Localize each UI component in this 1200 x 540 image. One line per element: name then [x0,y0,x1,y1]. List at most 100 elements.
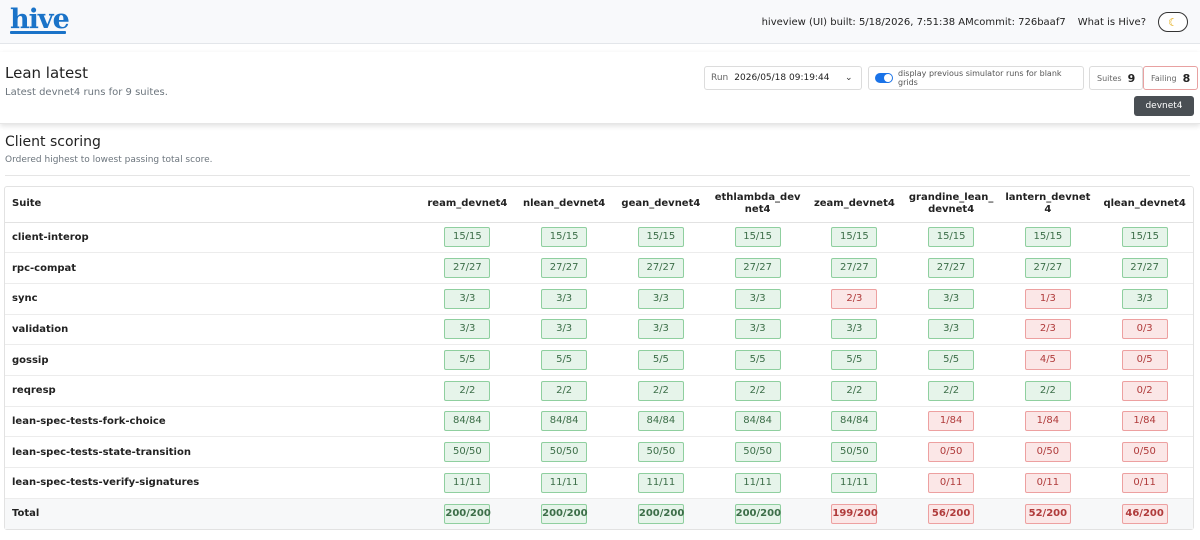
pass-score-badge[interactable]: 3/3 [541,288,588,309]
pass-score-badge[interactable]: 200/200 [734,503,781,524]
pass-score-badge[interactable]: 84/84 [444,411,491,432]
pass-score-badge[interactable]: 200/200 [444,503,491,524]
pass-score-badge[interactable]: 2/2 [928,380,975,401]
fail-score-badge[interactable]: 1/84 [1024,411,1071,432]
pass-score-badge[interactable]: 27/27 [541,258,588,279]
fail-score-badge[interactable]: 2/3 [1024,319,1071,340]
pass-score-badge[interactable]: 2/2 [637,380,684,401]
pass-score-badge[interactable]: 50/50 [444,442,491,463]
suite-name[interactable]: lean-spec-tests-fork-choice [5,406,419,438]
suite-name[interactable]: sync [5,283,419,315]
suite-name[interactable]: lean-spec-tests-state-transition [5,436,419,468]
pass-score-badge[interactable]: 3/3 [831,319,878,340]
pass-score-badge[interactable]: 3/3 [734,288,781,309]
pass-score-badge[interactable]: 84/84 [734,411,781,432]
pass-score-badge[interactable]: 27/27 [928,258,975,279]
pass-score-badge[interactable]: 11/11 [831,472,878,493]
fail-score-badge[interactable]: 0/2 [1121,380,1168,401]
previous-runs-toggle-box[interactable]: display previous simulator runs for blan… [868,66,1084,90]
devnet-tag[interactable]: devnet4 [1134,96,1194,116]
pass-score-badge[interactable]: 2/2 [444,380,491,401]
fail-score-badge[interactable]: 1/84 [928,411,975,432]
pass-score-badge[interactable]: 5/5 [541,350,588,371]
fail-score-badge[interactable]: 2/3 [831,288,878,309]
fail-score-badge[interactable]: 0/50 [1121,442,1168,463]
pass-score-badge[interactable]: 3/3 [541,319,588,340]
pass-score-badge[interactable]: 3/3 [444,319,491,340]
suite-name[interactable]: gossip [5,344,419,376]
toggle-switch[interactable] [875,73,893,83]
client-column-header[interactable]: gean_devnet4 [612,187,710,223]
pass-score-badge[interactable]: 15/15 [831,227,878,248]
pass-score-badge[interactable]: 27/27 [1121,258,1168,279]
pass-score-badge[interactable]: 3/3 [444,288,491,309]
client-column-header[interactable]: grandine_lean_devnet4 [902,187,1000,223]
pass-score-badge[interactable]: 3/3 [637,319,684,340]
pass-score-badge[interactable]: 11/11 [734,472,781,493]
pass-score-badge[interactable]: 50/50 [541,442,588,463]
client-column-header[interactable]: ethlambda_devnet4 [709,187,806,223]
fail-score-badge[interactable]: 0/3 [1121,319,1168,340]
suite-name[interactable]: rpc-compat [5,252,419,284]
pass-score-badge[interactable]: 15/15 [541,227,588,248]
fail-score-badge[interactable]: 1/3 [1024,288,1071,309]
fail-score-badge[interactable]: 0/11 [1024,472,1071,493]
client-column-header[interactable]: nlean_devnet4 [515,187,613,223]
pass-score-badge[interactable]: 50/50 [734,442,781,463]
fail-score-badge[interactable]: 46/200 [1121,503,1168,524]
theme-toggle-button[interactable]: ☾ [1158,12,1188,32]
suite-name[interactable]: validation [5,314,419,346]
fail-score-badge[interactable]: 56/200 [928,503,975,524]
client-column-header[interactable]: lantern_devnet4 [999,187,1097,223]
fail-score-badge[interactable]: 0/50 [928,442,975,463]
pass-score-badge[interactable]: 27/27 [444,258,491,279]
pass-score-badge[interactable]: 27/27 [734,258,781,279]
pass-score-badge[interactable]: 11/11 [637,472,684,493]
pass-score-badge[interactable]: 15/15 [928,227,975,248]
client-column-header[interactable]: ream_devnet4 [419,187,516,223]
pass-score-badge[interactable]: 84/84 [637,411,684,432]
pass-score-badge[interactable]: 50/50 [637,442,684,463]
fail-score-badge[interactable]: 0/50 [1024,442,1071,463]
pass-score-badge[interactable]: 84/84 [831,411,878,432]
fail-score-badge[interactable]: 0/5 [1121,350,1168,371]
pass-score-badge[interactable]: 27/27 [637,258,684,279]
pass-score-badge[interactable]: 5/5 [734,350,781,371]
pass-score-badge[interactable]: 15/15 [1121,227,1168,248]
suite-name[interactable]: client-interop [5,222,419,254]
pass-score-badge[interactable]: 50/50 [831,442,878,463]
pass-score-badge[interactable]: 5/5 [444,350,491,371]
pass-score-badge[interactable]: 5/5 [637,350,684,371]
pass-score-badge[interactable]: 27/27 [831,258,878,279]
client-column-header[interactable]: zeam_devnet4 [806,187,903,223]
run-select[interactable]: Run 2026/05/18 09:19:44 ⌄ [704,66,862,90]
pass-score-badge[interactable]: 200/200 [637,503,684,524]
fail-score-badge[interactable]: 4/5 [1024,350,1071,371]
pass-score-badge[interactable]: 200/200 [541,503,588,524]
pass-score-badge[interactable]: 2/2 [1024,380,1071,401]
fail-score-badge[interactable]: 0/11 [928,472,975,493]
pass-score-badge[interactable]: 2/2 [831,380,878,401]
what-is-hive-link[interactable]: What is Hive? [1078,17,1146,28]
pass-score-badge[interactable]: 3/3 [734,319,781,340]
failing-count-box[interactable]: Failing 8 [1143,66,1199,90]
suite-name[interactable]: lean-spec-tests-verify-signatures [5,467,419,499]
pass-score-badge[interactable]: 3/3 [928,288,975,309]
pass-score-badge[interactable]: 15/15 [637,227,684,248]
pass-score-badge[interactable]: 3/3 [1121,288,1168,309]
fail-score-badge[interactable]: 52/200 [1024,503,1071,524]
pass-score-badge[interactable]: 5/5 [928,350,975,371]
pass-score-badge[interactable]: 84/84 [541,411,588,432]
pass-score-badge[interactable]: 3/3 [928,319,975,340]
suites-count-box[interactable]: Suites 9 [1089,66,1144,90]
suite-name[interactable]: reqresp [5,375,419,407]
client-column-header[interactable]: qlean_devnet4 [1096,187,1193,223]
pass-score-badge[interactable]: 27/27 [1024,258,1071,279]
pass-score-badge[interactable]: 3/3 [637,288,684,309]
pass-score-badge[interactable]: 15/15 [1024,227,1071,248]
fail-score-badge[interactable]: 0/11 [1121,472,1168,493]
pass-score-badge[interactable]: 2/2 [541,380,588,401]
pass-score-badge[interactable]: 11/11 [444,472,491,493]
fail-score-badge[interactable]: 1/84 [1121,411,1168,432]
pass-score-badge[interactable]: 15/15 [444,227,491,248]
